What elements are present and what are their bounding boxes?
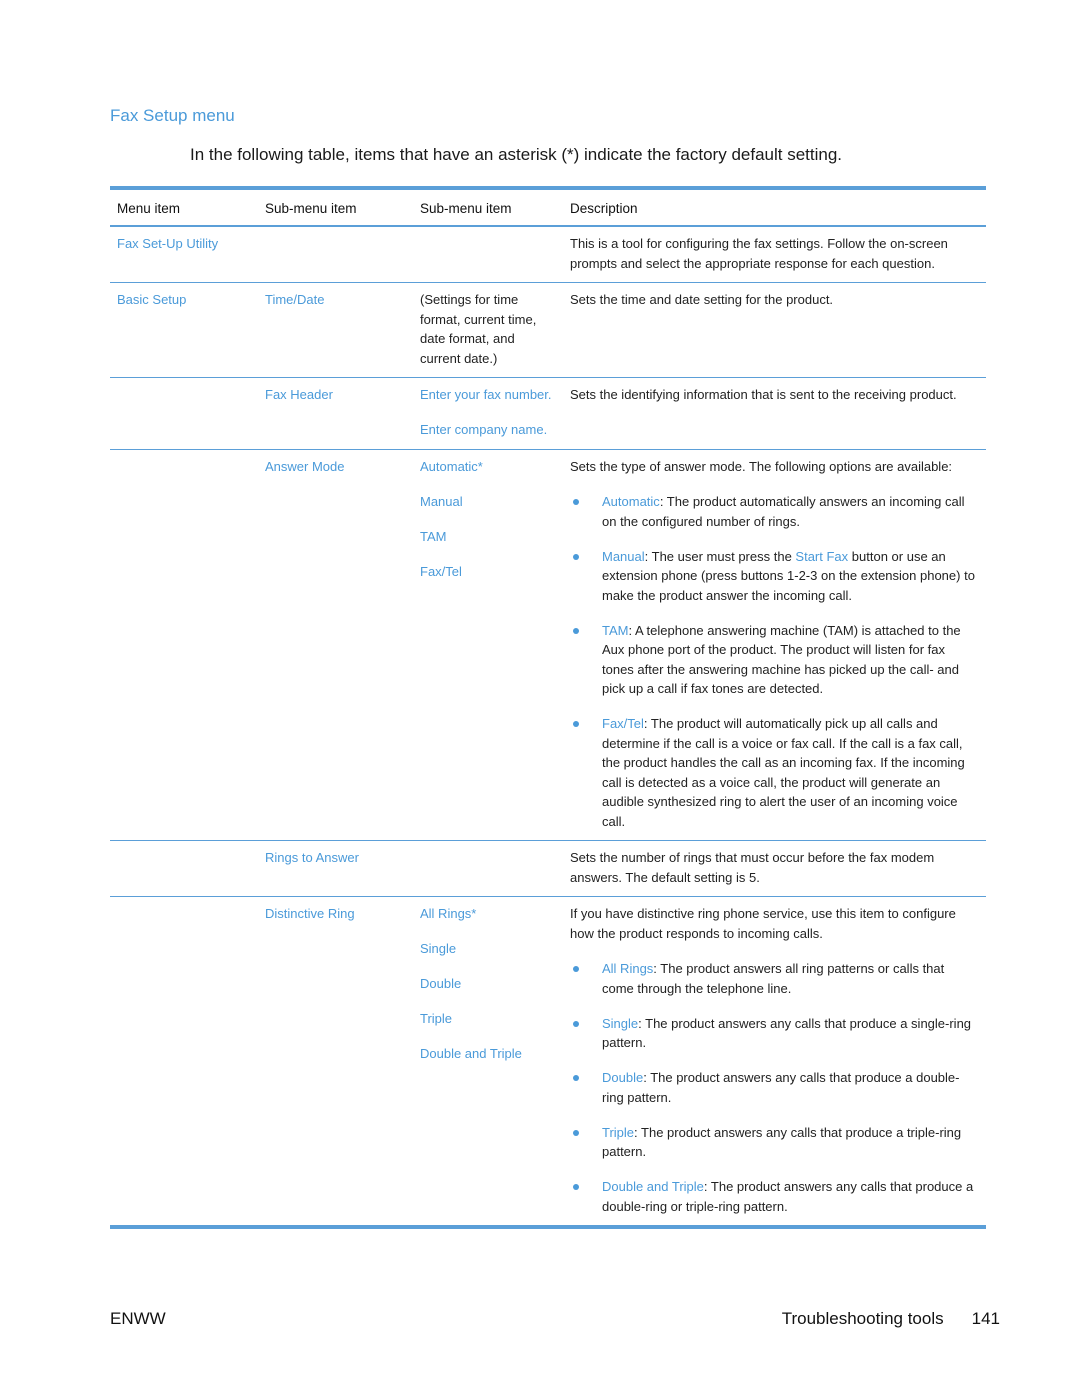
option-tam[interactable]: TAM (420, 527, 556, 547)
option-double[interactable]: Double (420, 974, 556, 994)
header-sub-menu-item: Sub-menu item (265, 201, 357, 216)
term-automatic[interactable]: Automatic (602, 494, 660, 509)
list-item: All Rings: The product answers all ring … (570, 959, 979, 998)
option-manual[interactable]: Manual (420, 492, 556, 512)
sub-item-answer-mode[interactable]: Answer Mode (265, 459, 344, 474)
header-menu-item: Menu item (117, 201, 181, 216)
table-row: Fax Header Enter your fax number. Enter … (110, 378, 986, 449)
list-item: Fax/Tel: The product will automatically … (570, 714, 979, 831)
bullet-icon (573, 1184, 579, 1190)
sub-item-distinctive-ring[interactable]: Distinctive Ring (265, 906, 355, 921)
bullet-icon (573, 1129, 579, 1136)
list-item: Triple: The product answers any calls th… (570, 1123, 979, 1162)
bullet-icon (573, 553, 579, 560)
footer-section-title: Troubleshooting tools (781, 1309, 944, 1328)
sub-item-time-date[interactable]: Time/Date (265, 292, 324, 307)
term-fax-tel[interactable]: Fax/Tel (602, 716, 644, 731)
option-automatic[interactable]: Automatic* (420, 457, 556, 477)
description: Sets the number of rings that must occur… (570, 850, 935, 885)
term-double[interactable]: Double (602, 1070, 643, 1085)
term-single[interactable]: Single (602, 1016, 638, 1031)
option-double-and-triple[interactable]: Double and Triple (420, 1044, 556, 1064)
option-fax-tel[interactable]: Fax/Tel (420, 562, 556, 582)
list-item: Manual: The user must press the Start Fa… (570, 547, 979, 606)
term-all-rings[interactable]: All Rings (602, 961, 653, 976)
bullet-text: : The product answers any calls that pro… (602, 1070, 960, 1105)
bullet-text: : The user must press the (644, 548, 796, 564)
term-double-and-triple[interactable]: Double and Triple (602, 1179, 704, 1194)
option-single[interactable]: Single (420, 939, 556, 959)
description: Sets the type of answer mode. The follow… (570, 458, 953, 474)
term-manual[interactable]: Manual (602, 549, 645, 564)
bullet-icon (573, 721, 579, 727)
list-item: Double and Triple: The product answers a… (570, 1177, 979, 1216)
sub-item-fax-header[interactable]: Fax Header (265, 387, 333, 402)
bullet-icon (573, 966, 579, 972)
description: This is a tool for configuring the fax s… (570, 236, 948, 271)
description: If you have distinctive ring phone servi… (570, 906, 956, 941)
table-row: Answer Mode Automatic* Manual TAM Fax/Te… (110, 449, 986, 841)
header-sub-menu-item-2: Sub-menu item (420, 201, 512, 216)
list-item: Double: The product answers any calls th… (570, 1068, 979, 1107)
intro-paragraph: In the following table, items that have … (190, 145, 843, 164)
bullet-icon (573, 1020, 579, 1027)
bullet-icon (573, 499, 579, 505)
section-title: Fax Setup menu (110, 106, 235, 125)
header-description: Description (570, 201, 638, 216)
menu-item-fax-setup-utility[interactable]: Fax Set-Up Utility (117, 236, 218, 251)
table-row: Basic Setup Time/Date (Settings for time… (110, 283, 986, 378)
bullet-text: : The product answers all ring patterns … (602, 961, 945, 996)
bullet-text: : The product answers any calls that pro… (602, 1124, 962, 1160)
footer-section: Troubleshooting tools 141 (782, 1309, 1000, 1329)
list-item: Single: The product answers any calls th… (570, 1014, 979, 1053)
bullet-icon (573, 1075, 579, 1081)
table-row: Distinctive Ring All Rings* Single Doubl… (110, 897, 986, 1227)
fax-setup-table: Menu item Sub-menu item Sub-menu item De… (110, 186, 986, 1229)
answer-mode-options-list: Automatic: The product automatically ans… (570, 492, 979, 831)
table-row: Rings to Answer Sets the number of rings… (110, 841, 986, 897)
option-all-rings[interactable]: All Rings* (420, 904, 556, 924)
term-tam[interactable]: TAM (602, 623, 628, 638)
option-triple[interactable]: Triple (420, 1009, 556, 1029)
bullet-text: : A telephone answering machine (TAM) is… (602, 622, 961, 697)
sub-item-rings-to-answer[interactable]: Rings to Answer (265, 850, 359, 865)
list-item: TAM: A telephone answering machine (TAM)… (570, 621, 979, 699)
sub-sub-item-note: (Settings for time format, current time,… (420, 292, 537, 366)
term-triple[interactable]: Triple (602, 1125, 634, 1140)
description: Sets the time and date setting for the p… (570, 292, 834, 307)
table-header-row: Menu item Sub-menu item Sub-menu item De… (110, 188, 986, 226)
start-fax-link[interactable]: Start Fax (795, 549, 848, 564)
option-enter-company-name[interactable]: Enter company name. (420, 420, 556, 440)
option-enter-fax-number[interactable]: Enter your fax number. (420, 385, 556, 405)
footer-locale: ENWW (110, 1309, 166, 1328)
menu-item-basic-setup[interactable]: Basic Setup (117, 292, 186, 307)
page-number: 141 (971, 1309, 1000, 1328)
description: Sets the identifying information that is… (570, 387, 957, 402)
distinctive-ring-options-list: All Rings: The product answers all ring … (570, 959, 979, 1216)
bullet-text: : The product answers any calls that pro… (602, 1015, 972, 1051)
bullet-text: : The product will automatically pick up… (602, 716, 965, 829)
list-item: Automatic: The product automatically ans… (570, 492, 979, 531)
bullet-icon (573, 627, 579, 634)
table-row: Fax Set-Up Utility This is a tool for co… (110, 226, 986, 283)
